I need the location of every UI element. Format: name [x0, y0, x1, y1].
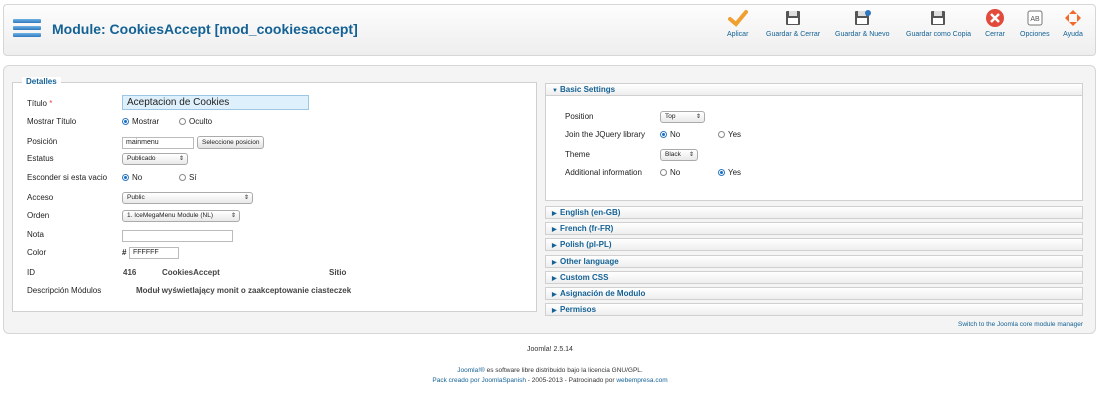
select-arrows-icon: ⇕ [243, 195, 249, 201]
page-title: Module: CookiesAccept [mod_cookiesaccept… [52, 21, 358, 37]
panel-french[interactable]: ▶ French (fr-FR) [545, 222, 1083, 235]
details-fieldset [12, 82, 537, 312]
color-hash: # [122, 248, 127, 257]
radio-unselected-icon [660, 169, 667, 176]
module-id: 416 [123, 268, 137, 277]
radio-unselected-icon [179, 174, 186, 181]
footer-credits: Pack creado por JoomlaSpanish - 2005-201… [432, 377, 668, 384]
order-label: Orden [27, 211, 50, 220]
additional-yes-radio[interactable]: Yes [718, 168, 741, 177]
additional-info-label: Additional information [565, 168, 642, 177]
save-icon [786, 11, 801, 25]
apply-button[interactable]: Aplicar [727, 8, 748, 38]
triangle-right-icon: ▶ [552, 276, 557, 282]
svg-text:AB: AB [1030, 16, 1040, 23]
webempresa-link[interactable]: webempresa.com [616, 377, 667, 384]
joomlaspanish-link[interactable]: JoomlaSpanish [482, 377, 526, 384]
show-title-show-radio[interactable]: Mostrar [122, 117, 159, 126]
radio-selected-icon [122, 174, 129, 181]
options-button[interactable]: AB Opciones [1020, 8, 1050, 38]
details-legend: Detalles [22, 77, 61, 86]
required-mark: * [49, 99, 53, 108]
save-copy-button[interactable]: Guardar como Copia [906, 8, 971, 38]
radio-unselected-icon [718, 131, 725, 138]
close-icon [986, 9, 1004, 27]
status-label: Estatus [27, 154, 54, 163]
module-description: Moduł wyświetlający monit o zaakceptowan… [136, 286, 352, 295]
triangle-right-icon: ▶ [552, 243, 557, 249]
theme-label: Theme [565, 150, 590, 159]
basic-position-select[interactable]: Top ⇕ [660, 111, 705, 123]
checkmark-icon [727, 10, 748, 27]
save-close-button[interactable]: Guardar & Cerrar [766, 8, 820, 38]
select-position-button[interactable]: Seleccione posicion [197, 136, 265, 149]
jquery-yes-radio[interactable]: Yes [718, 130, 741, 139]
save-new-button[interactable]: Guardar & Nuevo [835, 8, 889, 38]
note-label: Nota [27, 230, 44, 239]
save-new-icon [855, 10, 872, 25]
hide-empty-no-radio[interactable]: No [122, 173, 142, 182]
hide-empty-label: Esconder si esta vacio [27, 173, 108, 182]
show-title-hide-radio[interactable]: Oculto [179, 117, 212, 126]
panel-custom-css[interactable]: ▶ Custom CSS [545, 271, 1083, 284]
radio-unselected-icon [179, 118, 186, 125]
module-manager-icon [13, 19, 41, 41]
help-button[interactable]: Ayuda [1063, 8, 1083, 38]
panel-polish[interactable]: ▶ Polish (pl-PL) [545, 238, 1083, 251]
id-label: ID [27, 268, 35, 277]
color-input[interactable]: FFFFFF [129, 247, 179, 259]
position-label: Posición [27, 137, 58, 146]
show-title-label: Mostrar Título [27, 117, 77, 126]
jquery-no-radio[interactable]: No [660, 130, 680, 139]
license-link[interactable]: licencia GNU/GPL. [586, 367, 643, 374]
color-label: Color [27, 248, 47, 257]
title-input[interactable]: Aceptacion de Cookies [122, 95, 309, 110]
radio-selected-icon [122, 118, 129, 125]
position-input[interactable]: mainmenu [122, 137, 194, 149]
footer-version: Joomla! 2.5.14 [527, 346, 573, 353]
help-icon [1065, 10, 1081, 26]
basic-settings-panel [545, 83, 1083, 201]
jquery-label: Join the JQuery library [565, 130, 646, 139]
select-arrows-icon: ⇕ [178, 156, 184, 162]
triangle-right-icon: ▶ [552, 227, 557, 233]
order-select[interactable]: 1. IceMegaMenu Module (NL) ⇕ [122, 210, 240, 222]
module-name: CookiesAccept [162, 268, 220, 277]
joomla-link[interactable]: Joomla!® [457, 367, 485, 374]
switch-core-manager-link[interactable]: Switch to the Joomla core module manager [958, 321, 1083, 328]
options-icon: AB [1027, 10, 1043, 26]
panel-module-assignment[interactable]: ▶ Asignación de Modulo [545, 287, 1083, 300]
radio-selected-icon [718, 169, 725, 176]
save-copy-icon [931, 11, 946, 25]
triangle-right-icon: ▶ [552, 260, 557, 266]
title-label: Título * [27, 99, 53, 108]
note-input[interactable] [122, 230, 233, 242]
panel-english[interactable]: ▶ English (en-GB) [545, 206, 1083, 219]
panel-permissions[interactable]: ▶ Permisos [545, 303, 1083, 316]
access-label: Acceso [27, 193, 54, 202]
select-arrows-icon: ⇕ [688, 152, 694, 158]
triangle-down-icon: ▼ [552, 88, 558, 94]
basic-settings-header[interactable]: ▼ Basic Settings [545, 83, 1083, 96]
access-select[interactable]: Public ⇕ [122, 192, 253, 204]
hide-empty-yes-radio[interactable]: Sí [179, 173, 197, 182]
status-select[interactable]: Publicado ⇕ [122, 153, 188, 165]
radio-selected-icon [660, 131, 667, 138]
triangle-right-icon: ▶ [552, 308, 557, 314]
select-arrows-icon: ⇕ [695, 114, 701, 120]
close-button[interactable]: Cerrar [985, 8, 1005, 38]
additional-no-radio[interactable]: No [660, 168, 680, 177]
description-label: Descripción Módulos [27, 286, 102, 295]
module-site: Sitio [329, 268, 347, 277]
panel-other-language[interactable]: ▶ Other language [545, 255, 1083, 268]
triangle-right-icon: ▶ [552, 211, 557, 217]
footer-license: Joomla!® es software libre distribuido b… [457, 367, 643, 374]
theme-select[interactable]: Black ⇕ [660, 149, 698, 161]
basic-position-label: Position [565, 112, 594, 121]
select-arrows-icon: ⇕ [230, 213, 236, 219]
triangle-right-icon: ▶ [552, 292, 557, 298]
